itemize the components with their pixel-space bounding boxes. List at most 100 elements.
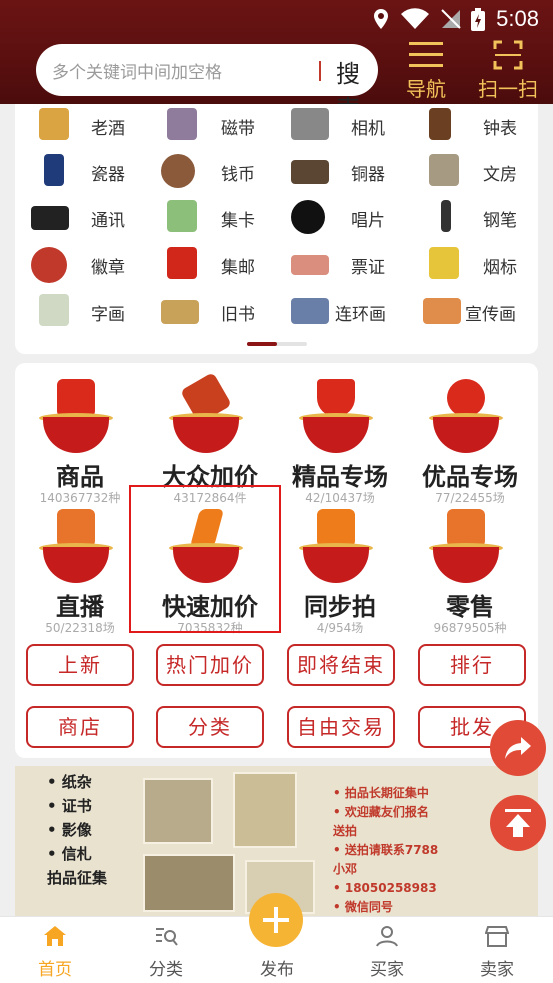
banner-left-text: • 纸杂 • 证书 • 影像 • 信札 拍品征集 xyxy=(47,773,108,887)
hot-bid-button[interactable]: 热门加价 xyxy=(156,644,264,686)
feature-live[interactable]: 直播 50/22318场 xyxy=(15,503,145,635)
wifi-icon xyxy=(401,8,429,29)
new-arrivals-button[interactable]: 上新 xyxy=(26,644,134,686)
category-item[interactable]: 瓷器 xyxy=(39,150,149,190)
category-item[interactable]: 烟标 xyxy=(429,243,534,283)
star-icon xyxy=(447,379,485,417)
category-item[interactable]: 钢笔 xyxy=(435,196,535,236)
phone-icon xyxy=(31,206,69,230)
stationery-icon xyxy=(429,154,459,186)
feature-sync-auction[interactable]: 同步拍 4/954场 xyxy=(275,503,405,635)
category-item[interactable]: 文房 xyxy=(429,150,534,190)
comic-icon xyxy=(291,298,329,324)
clock-icon xyxy=(429,108,451,140)
bowl-icon xyxy=(303,547,369,583)
search-placeholder: 多个关键词中间加空格 xyxy=(52,63,222,83)
stamp-icon xyxy=(167,247,197,279)
category-item[interactable]: 唱片 xyxy=(291,196,411,236)
banner-certificate xyxy=(233,772,297,848)
feature-retail[interactable]: 零售 96879505种 xyxy=(405,503,535,635)
bowl-icon xyxy=(173,417,239,453)
badge-icon xyxy=(31,247,67,283)
category-item[interactable]: 旧书 xyxy=(161,290,277,330)
liquor-icon xyxy=(39,108,69,140)
shops-button[interactable]: 商店 xyxy=(26,706,134,748)
ending-soon-button[interactable]: 即将结束 xyxy=(287,644,395,686)
diamond-icon xyxy=(317,379,355,417)
category-item[interactable]: 宣传画 xyxy=(423,290,535,330)
nav-menu-button[interactable]: 导航 xyxy=(392,38,460,102)
feature-quality-auction[interactable]: 优品专场 77/22455场 xyxy=(405,373,535,505)
battery-icon xyxy=(471,8,485,31)
plus-icon xyxy=(263,907,289,933)
highlight-box xyxy=(129,485,281,633)
category-item[interactable]: 票证 xyxy=(291,243,411,283)
nav-buyer[interactable]: 买家 xyxy=(342,917,432,983)
scan-label: 扫一扫 xyxy=(478,77,538,101)
ticket-icon xyxy=(291,255,329,275)
feature-premium-auction[interactable]: 精品专场 42/10437场 xyxy=(275,373,405,505)
search-divider xyxy=(319,61,321,81)
cigarette-label-icon xyxy=(429,247,459,279)
page-indicator xyxy=(247,342,307,346)
back-to-top-button[interactable] xyxy=(490,795,546,851)
category-item[interactable]: 连环画 xyxy=(291,290,411,330)
clock: 5:08 xyxy=(496,6,539,31)
porcelain-icon xyxy=(44,154,64,186)
pen-icon xyxy=(441,200,451,232)
bowl-icon xyxy=(43,417,109,453)
bowl-icon xyxy=(303,417,369,453)
camera-icon xyxy=(291,108,329,140)
free-trade-button[interactable]: 自由交易 xyxy=(287,706,395,748)
nav-menu-label: 导航 xyxy=(406,77,446,101)
category-item[interactable]: 徽章 xyxy=(31,243,149,283)
bowl-icon xyxy=(433,547,499,583)
scan-icon xyxy=(493,40,523,70)
category-item[interactable]: 通讯 xyxy=(31,196,149,236)
shopping-bag-icon xyxy=(57,379,95,417)
category-item[interactable]: 字画 xyxy=(39,290,149,330)
category-item[interactable]: 相机 xyxy=(291,104,411,144)
bowl-icon xyxy=(43,547,109,583)
category-search-icon xyxy=(156,928,178,946)
ranking-button[interactable]: 排行 xyxy=(418,644,526,686)
video-icon xyxy=(57,509,95,547)
search-input[interactable]: 多个关键词中间加空格 搜索 xyxy=(36,44,378,123)
category-item[interactable]: 集卡 xyxy=(167,196,277,236)
category-button[interactable]: 分类 xyxy=(156,706,264,748)
bowl-icon xyxy=(433,417,499,453)
store-icon xyxy=(485,926,509,947)
share-icon xyxy=(505,737,531,759)
banner-photo xyxy=(143,778,213,844)
old-book-icon xyxy=(161,300,199,324)
cassette-icon xyxy=(167,108,197,140)
painting-icon xyxy=(39,294,69,326)
banner-group-photo xyxy=(143,854,235,912)
category-item[interactable]: 老酒 xyxy=(39,104,149,144)
category-item[interactable]: 钟表 xyxy=(429,104,534,144)
app-header: 5:08 多个关键词中间加空格 搜索 导航 扫一扫 xyxy=(0,0,553,123)
scan-button[interactable]: 扫一扫 xyxy=(474,38,542,102)
category-item[interactable]: 钱币 xyxy=(161,150,271,190)
location-icon xyxy=(374,9,388,29)
status-bar: 5:08 xyxy=(0,0,553,36)
home-icon xyxy=(44,926,66,946)
menu-icon xyxy=(409,42,443,67)
category-item[interactable]: 磁带 xyxy=(167,104,277,144)
category-grid: 老酒 磁带 相机 钟表 瓷器 钱币 铜器 文房 通讯 集卡 唱片 钢笔 徽章 集… xyxy=(15,104,538,354)
feature-public-bid[interactable]: 大众加价 43172864件 xyxy=(145,372,275,505)
cart-icon xyxy=(447,509,485,547)
feature-goods[interactable]: 商品 140367732种 xyxy=(15,373,145,505)
publish-button[interactable] xyxy=(249,893,303,947)
banner-right-text: • 拍品长期征集中 • 欢迎藏友们报名 送拍 • 送拍请联系7788 小邓 • … xyxy=(333,786,439,914)
card-icon xyxy=(167,200,197,232)
share-button[interactable] xyxy=(490,720,546,776)
nav-category[interactable]: 分类 xyxy=(121,917,211,983)
category-item[interactable]: 集邮 xyxy=(167,243,277,283)
person-icon xyxy=(376,926,398,947)
nav-home[interactable]: 首页 xyxy=(10,917,100,983)
nav-seller[interactable]: 卖家 xyxy=(452,917,542,983)
category-item[interactable]: 铜器 xyxy=(291,150,411,190)
coin-icon xyxy=(161,154,195,188)
bronze-icon xyxy=(291,160,329,184)
